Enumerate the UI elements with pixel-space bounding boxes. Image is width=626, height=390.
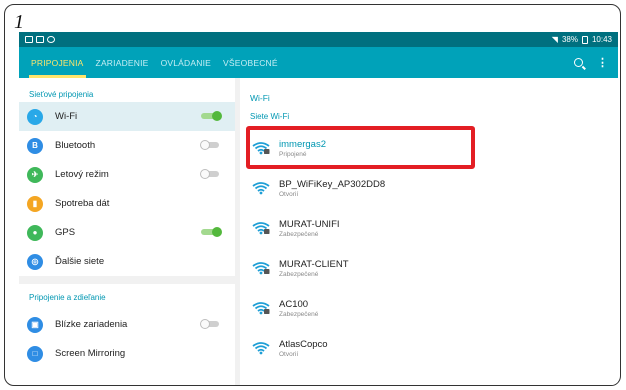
settings-item-label: Wi-Fi <box>55 111 78 122</box>
settings-item-label: GPS <box>55 227 76 238</box>
wi-fi-toggle[interactable] <box>201 111 222 121</box>
tab-vseobecne[interactable]: VŠEOBECNÉ <box>217 47 284 78</box>
network-name: MURAT-UNIFI <box>279 218 340 230</box>
settings-item-gps[interactable]: ● GPS <box>19 218 235 247</box>
settings-item-screen-mirroring[interactable]: □ Screen Mirroring <box>19 339 235 368</box>
network-name: MURAT-CLIENT <box>279 258 349 270</box>
wifi-panel-title: Wi-Fi <box>250 93 270 103</box>
settings-item-spotreba-dat[interactable]: ▮ Spotreba dát <box>19 189 235 218</box>
nearby-devices-icon: ▣ <box>27 316 43 333</box>
settings-item-label: Ďalšie siete <box>55 256 105 267</box>
figure-number: 1 <box>14 11 24 33</box>
wifi-open-icon <box>252 341 270 355</box>
settings-item-label: Letový režim <box>55 169 109 180</box>
wifi-network-atlascopco[interactable]: AtlasCopco Otvorií <box>240 328 618 368</box>
clock: 10:43 <box>591 35 612 44</box>
tablet-screen: ◥ 38% 10:43 PRIPOJENIA ZARIADENIE OVLÁDA… <box>19 32 618 385</box>
network-status: Pripojené <box>279 150 307 158</box>
wifi-detail-panel: Wi-Fi Siete Wi-Fi immergas2 Pripojené BP_W… <box>240 78 618 385</box>
wifi-network-bp-wifikey-ap302dd8[interactable]: BP_WiFiKey_AP302DD8 Otvorií <box>240 168 618 208</box>
more-networks-icon: ◎ <box>27 253 43 270</box>
settings-item-label: Spotreba dát <box>55 198 110 209</box>
network-status: Zabezpečené <box>279 270 319 278</box>
settings-item-label: Blízke zariadenia <box>55 319 128 330</box>
wifi-network-murat-unifi[interactable]: MURAT-UNIFI Zabezpečené <box>240 208 618 248</box>
settings-item-letovy-rezim[interactable]: ✈ Letový režim <box>19 160 235 189</box>
settings-item-blizke-zariadenia[interactable]: ▣ Blízke zariadenia <box>19 310 235 339</box>
battery-icon <box>581 35 588 44</box>
network-status: Zabezpečené <box>279 230 319 238</box>
data-usage-icon: ▮ <box>27 195 43 212</box>
wifi-locked-icon <box>252 261 270 275</box>
tab-zariadenie[interactable]: ZARIADENIE <box>90 47 155 78</box>
figure-frame: 1 ◥ 38% 10:43 PRIPOJENIA ZARIADENIE OVLÁ… <box>4 4 621 386</box>
wifi-signal-icon: ◥ <box>551 35 558 44</box>
wifi-open-icon <box>252 181 270 195</box>
bluetooth-toggle[interactable] <box>200 140 221 150</box>
app-notification-icon <box>47 36 55 43</box>
network-name: AC100 <box>279 298 309 310</box>
blizke-zariadenia-toggle[interactable] <box>200 319 221 329</box>
wifi-locked-icon <box>252 301 270 315</box>
wifi-icon: ◔ <box>27 108 43 125</box>
tab-pripojenia[interactable]: PRIPOJENIA <box>25 47 90 78</box>
screenshot-notification-icon <box>36 36 44 43</box>
network-status: Zabezpečené <box>279 310 319 318</box>
status-bar: ◥ 38% 10:43 <box>19 32 618 47</box>
section-header-network: Sieťové pripojenia <box>29 90 94 99</box>
letovy-rezim-toggle[interactable] <box>200 169 221 179</box>
network-name: BP_WiFiKey_AP302DD8 <box>279 178 386 190</box>
screen-mirroring-icon: □ <box>27 345 43 362</box>
network-name: AtlasCopco <box>279 338 328 350</box>
search-icon[interactable] <box>574 58 583 67</box>
gallery-notification-icon <box>25 36 33 43</box>
wifi-locked-icon <box>252 221 270 235</box>
wifi-networks-header: Siete Wi-Fi <box>250 112 290 121</box>
wifi-locked-icon <box>252 141 270 155</box>
settings-tab-bar: PRIPOJENIA ZARIADENIE OVLÁDANIE VŠEOBECN… <box>19 47 618 78</box>
wifi-network-immergas2[interactable]: immergas2 Pripojené <box>240 128 618 168</box>
network-status: Otvorií <box>279 190 299 198</box>
battery-percent: 38% <box>561 35 578 44</box>
settings-item-dalsie-siete[interactable]: ◎ Ďalšie siete <box>19 247 235 276</box>
wifi-network-ac100[interactable]: AC100 Zabezpečené <box>240 288 618 328</box>
settings-item-label: Bluetooth <box>55 140 96 151</box>
bluetooth-icon: B <box>27 137 43 154</box>
network-status: Otvorií <box>279 350 299 358</box>
more-options-icon[interactable]: ⋮ <box>597 56 608 69</box>
settings-item-label: Screen Mirroring <box>55 348 126 359</box>
airplane-icon: ✈ <box>27 166 43 183</box>
network-name: immergas2 <box>279 138 326 150</box>
section-header-sharing: Pripojenie a zdieľanie <box>29 293 106 302</box>
settings-item-wi-fi[interactable]: ◔ Wi-Fi <box>19 102 235 131</box>
section-divider <box>19 276 235 284</box>
location-icon: ● <box>27 224 43 241</box>
gps-toggle[interactable] <box>201 227 222 237</box>
settings-list: Sieťové pripojenia ◔ Wi-Fi B Bluetooth ✈ Leto… <box>19 78 235 385</box>
tab-ovladanie[interactable]: OVLÁDANIE <box>155 47 217 78</box>
wifi-network-murat-client[interactable]: MURAT-CLIENT Zabezpečené <box>240 248 618 288</box>
settings-item-bluetooth[interactable]: B Bluetooth <box>19 131 235 160</box>
